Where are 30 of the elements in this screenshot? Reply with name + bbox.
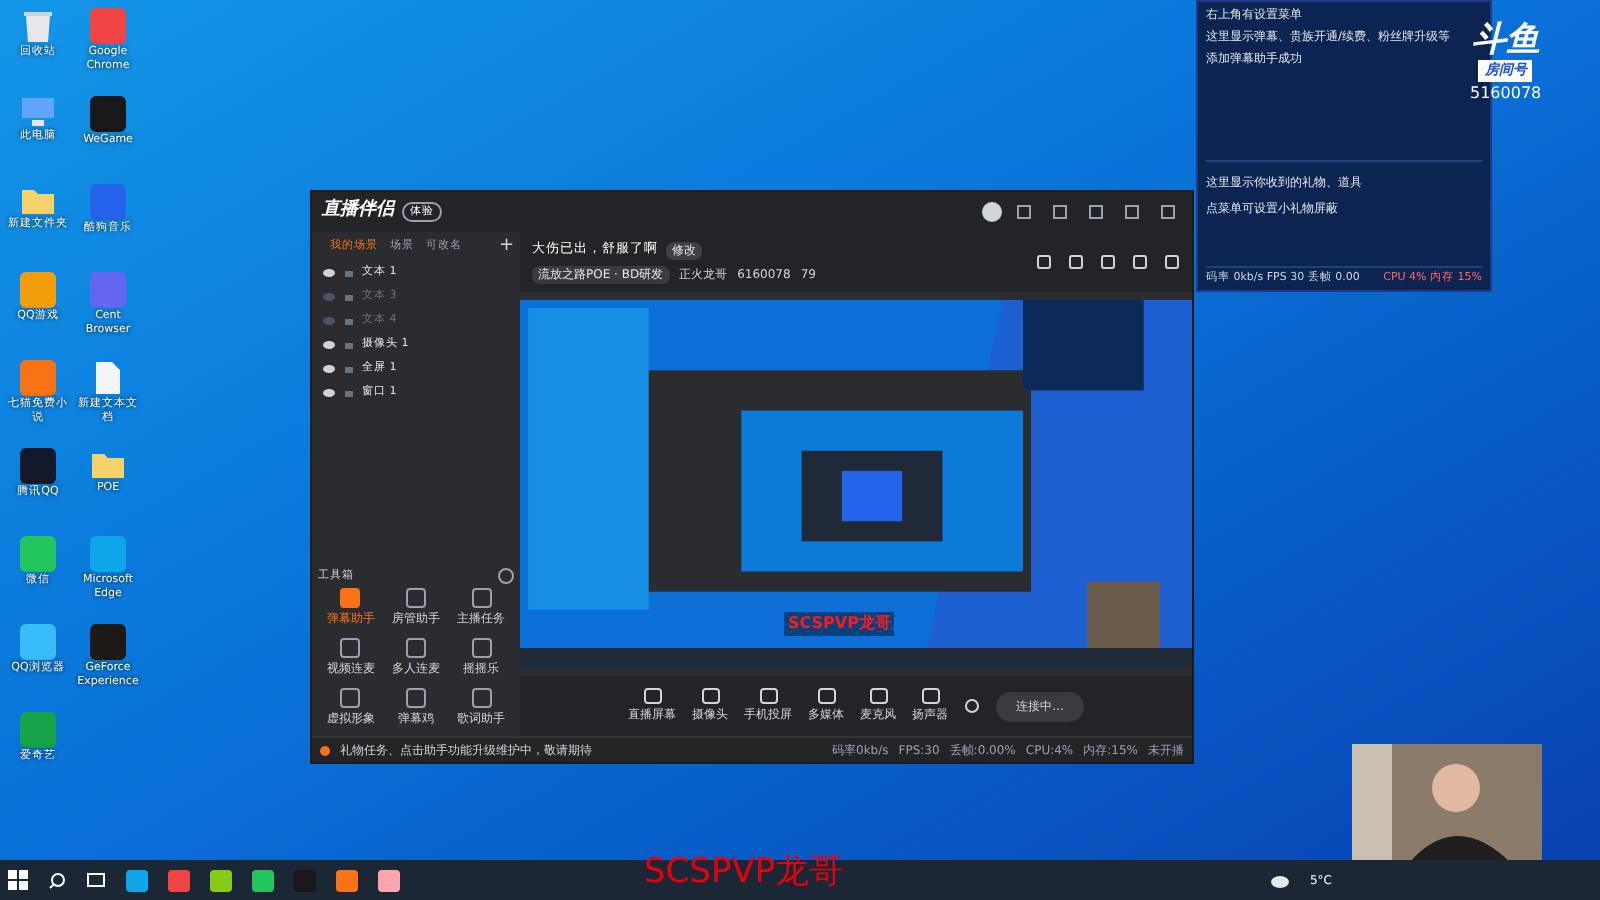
- taskbar-app-icon[interactable]: [378, 869, 400, 891]
- taskbar-app-icon[interactable]: [336, 869, 358, 891]
- windows-icon[interactable]: [8, 870, 28, 890]
- taskbar-app-icon[interactable]: [126, 869, 148, 891]
- app-icon[interactable]: [90, 624, 126, 660]
- document-icon[interactable]: [94, 360, 122, 396]
- app-icon[interactable]: [20, 448, 56, 484]
- avatar[interactable]: [982, 202, 1002, 222]
- search-icon[interactable]: [48, 871, 66, 889]
- monitor-icon[interactable]: [20, 96, 56, 128]
- overlay-text: SCSPVP龙哥: [644, 850, 844, 896]
- app-logo: 直播伴侣: [322, 198, 394, 225]
- add-button[interactable]: +: [498, 237, 514, 255]
- eye-icon[interactable]: [322, 339, 336, 349]
- cloud-icon: [1269, 873, 1290, 887]
- site-logo: 斗鱼: [1471, 20, 1540, 60]
- taskbar-app-icon[interactable]: [252, 869, 274, 891]
- task-view-icon[interactable]: [86, 872, 106, 888]
- warning-icon: [320, 745, 330, 755]
- room-number: 5160078: [1470, 81, 1542, 105]
- eye-icon[interactable]: [322, 267, 336, 277]
- eye-icon[interactable]: [322, 363, 336, 373]
- eye-icon[interactable]: [322, 387, 336, 397]
- folder-icon[interactable]: [90, 448, 126, 480]
- app-icon[interactable]: [90, 96, 126, 132]
- taskbar-app-icon[interactable]: [210, 869, 232, 891]
- overlay-text: SCSPVP龙哥: [784, 612, 895, 636]
- trash-icon[interactable]: [22, 8, 54, 44]
- taskbar-app-icon[interactable]: [168, 869, 190, 891]
- folder-icon[interactable]: [20, 184, 56, 216]
